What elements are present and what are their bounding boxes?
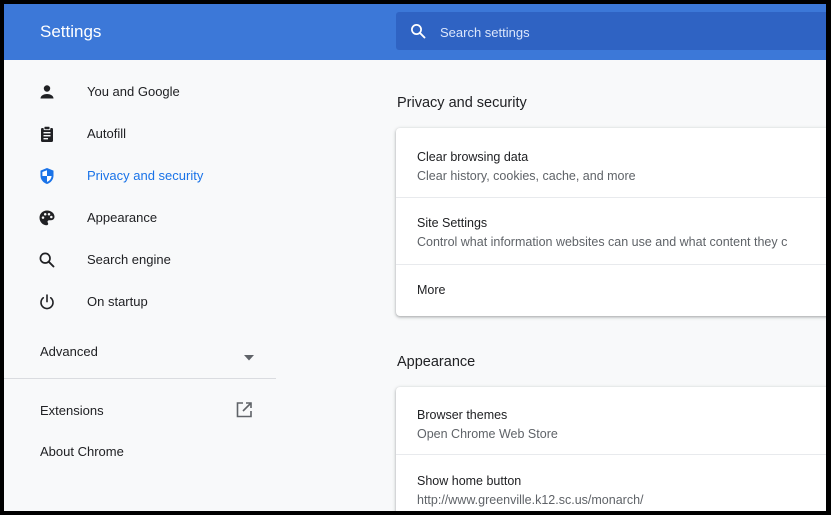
row-title: Browser themes	[417, 408, 508, 422]
row-subtitle: Open Chrome Web Store	[417, 427, 558, 441]
sidebar-item-label: Appearance	[87, 210, 158, 225]
section-title-privacy: Privacy and security	[397, 95, 527, 111]
sidebar-item-about-chrome[interactable]: About Chrome	[4, 434, 276, 470]
header-bar: Settings	[4, 4, 826, 60]
chevron-down-icon	[244, 348, 254, 366]
sidebar-item-privacy-and-security[interactable]: Privacy and security	[4, 156, 276, 196]
advanced-label: Advanced	[40, 344, 98, 359]
sidebar-divider	[4, 378, 276, 379]
sidebar-item-extensions[interactable]: Extensions	[4, 393, 276, 429]
privacy-card: Clear browsing data Clear history, cooki…	[396, 128, 826, 316]
row-subtitle: Clear history, cookies, cache, and more	[417, 169, 636, 183]
more-row[interactable]: More	[396, 265, 826, 316]
sidebar-item-label: You and Google	[87, 84, 180, 99]
site-settings-row[interactable]: Site Settings Control what information w…	[396, 198, 826, 264]
page-title: Settings	[40, 22, 102, 41]
settings-window: Settings You and Google Autofill Privacy	[4, 4, 826, 511]
search-icon	[410, 23, 426, 44]
clipboard-icon	[38, 125, 56, 143]
sidebar-item-search-engine[interactable]: Search engine	[4, 240, 276, 280]
clear-browsing-data-row[interactable]: Clear browsing data Clear history, cooki…	[396, 128, 826, 197]
power-icon	[38, 293, 56, 311]
extensions-label: Extensions	[40, 403, 104, 418]
advanced-section-toggle[interactable]: Advanced	[4, 334, 276, 370]
sidebar-item-you-and-google[interactable]: You and Google	[4, 72, 276, 112]
sidebar-item-appearance[interactable]: Appearance	[4, 198, 276, 238]
sidebar-item-label: Autofill	[87, 126, 127, 141]
row-subtitle: Control what information websites can us…	[417, 235, 788, 249]
shield-icon	[38, 167, 56, 185]
row-title: More	[417, 283, 446, 297]
search-input[interactable]	[438, 20, 822, 44]
row-subtitle: http://www.greenville.k12.sc.us/monarch/	[417, 493, 644, 507]
row-title: Site Settings	[417, 216, 488, 230]
search-icon	[38, 251, 56, 269]
browser-themes-row[interactable]: Browser themes Open Chrome Web Store	[396, 387, 826, 454]
open-external-icon	[234, 400, 254, 425]
section-title-appearance: Appearance	[397, 354, 476, 370]
about-chrome-label: About Chrome	[40, 444, 124, 459]
palette-icon	[38, 209, 56, 227]
appearance-card: Browser themes Open Chrome Web Store Sho…	[396, 387, 826, 511]
sidebar-item-label: On startup	[87, 294, 148, 309]
sidebar: You and Google Autofill Privacy and secu…	[4, 60, 276, 511]
show-home-button-row[interactable]: Show home button http://www.greenville.k…	[396, 455, 826, 511]
sidebar-item-on-startup[interactable]: On startup	[4, 282, 276, 322]
sidebar-item-label: Search engine	[87, 252, 171, 267]
sidebar-item-autofill[interactable]: Autofill	[4, 114, 276, 154]
row-title: Show home button	[417, 474, 522, 488]
person-icon	[38, 83, 56, 101]
search-bar[interactable]	[396, 12, 826, 50]
row-title: Clear browsing data	[417, 150, 529, 164]
sidebar-item-label: Privacy and security	[87, 168, 204, 183]
